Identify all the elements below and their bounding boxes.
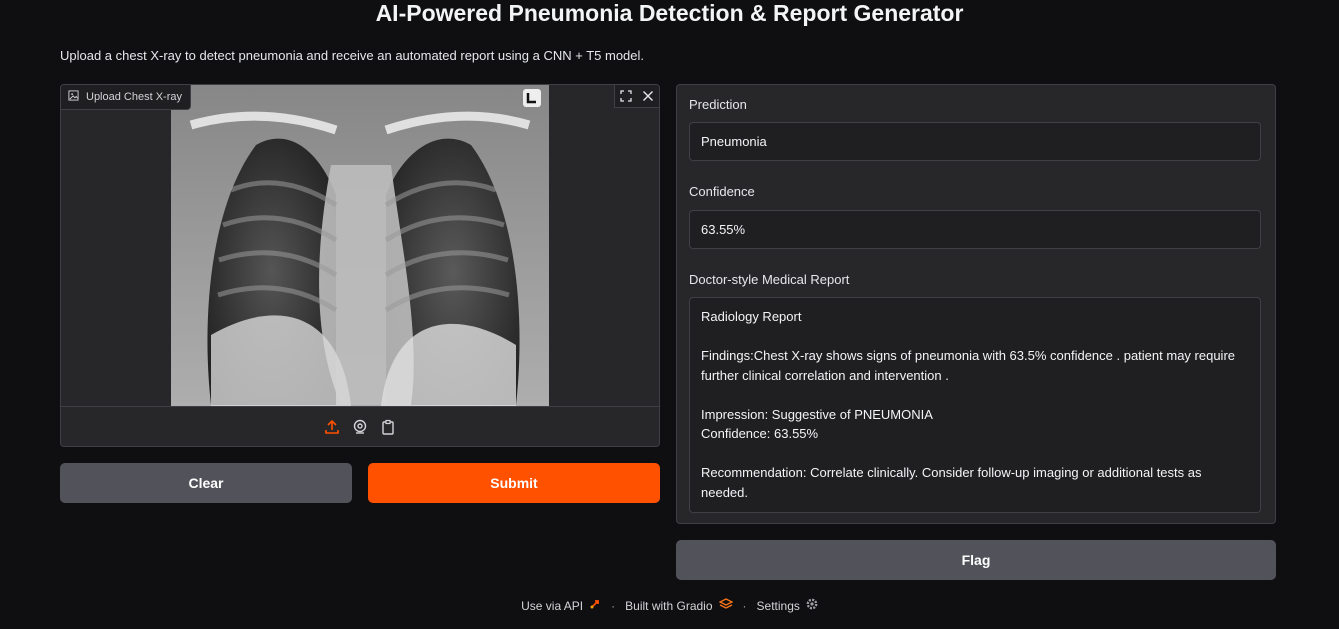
clipboard-icon[interactable]	[380, 419, 396, 435]
clear-button[interactable]: Clear	[60, 463, 352, 503]
use-via-api-link[interactable]: Use via API	[521, 599, 583, 613]
rocket-icon	[589, 598, 601, 613]
report-output[interactable]: Radiology Report Findings:Chest X-ray sh…	[689, 297, 1261, 513]
submit-button[interactable]: Submit	[368, 463, 660, 503]
fullscreen-icon[interactable]	[615, 85, 637, 107]
footer: Use via API · Built with Gradio · Settin…	[0, 598, 1339, 613]
confidence-label: Confidence	[689, 184, 755, 199]
webcam-icon[interactable]	[352, 419, 368, 435]
confidence-output[interactable]: 63.55%	[689, 210, 1261, 249]
settings-link[interactable]: Settings	[757, 599, 800, 613]
prediction-output[interactable]: Pneumonia	[689, 122, 1261, 161]
flag-button[interactable]: Flag	[676, 540, 1276, 580]
page-description: Upload a chest X-ray to detect pneumonia…	[60, 48, 645, 63]
image-icon	[68, 90, 79, 104]
image-controls	[614, 85, 659, 108]
chest-xray-image	[171, 85, 549, 406]
image-source-bar	[61, 406, 659, 446]
page-title: AI-Powered Pneumonia Detection & Report …	[375, 0, 964, 26]
gradio-logo-icon	[717, 598, 734, 613]
footer-separator: ·	[611, 598, 616, 613]
image-input-label-text: Upload Chest X-ray	[86, 91, 182, 103]
close-icon[interactable]	[637, 85, 659, 107]
gear-icon	[806, 598, 818, 613]
built-with-gradio-link[interactable]: Built with Gradio	[625, 599, 712, 613]
output-panel: Prediction Pneumonia Confidence 63.55% D…	[676, 84, 1276, 524]
footer-separator: ·	[742, 598, 747, 613]
report-label: Doctor-style Medical Report	[689, 272, 850, 287]
image-upload-panel[interactable]: Upload Chest X-ray	[60, 84, 660, 447]
image-input-label: Upload Chest X-ray	[61, 85, 191, 110]
upload-icon[interactable]	[324, 419, 340, 435]
prediction-label: Prediction	[689, 97, 747, 112]
